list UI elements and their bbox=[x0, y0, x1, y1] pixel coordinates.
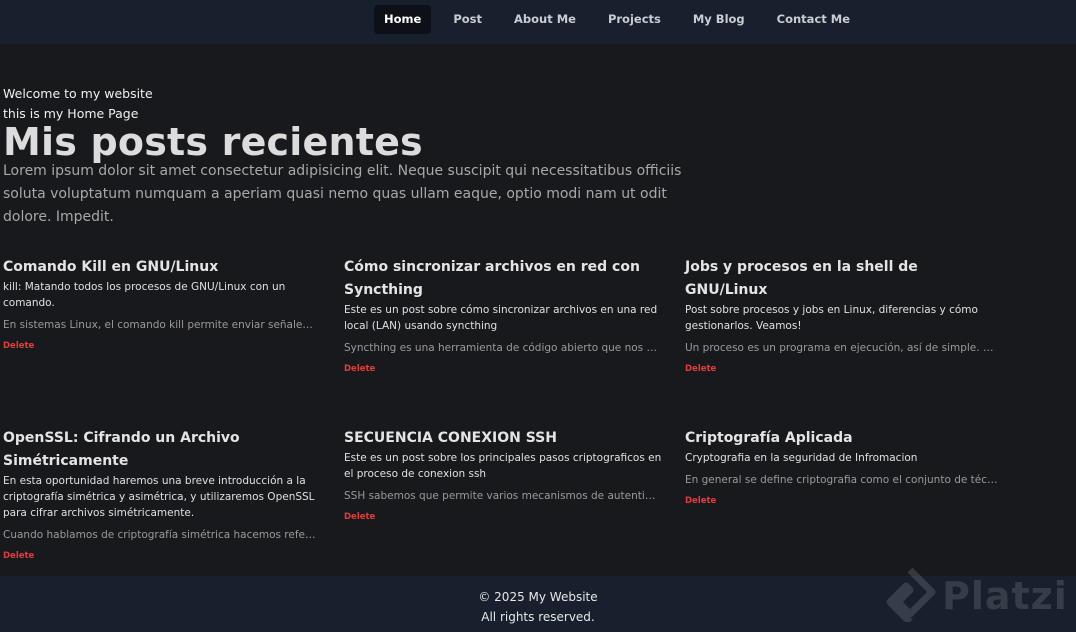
post-excerpt: Un proceso es un programa en ejecución, … bbox=[685, 342, 999, 354]
welcome-text: Welcome to my website bbox=[3, 86, 153, 101]
platzi-watermark: Platzi bbox=[884, 566, 1074, 626]
nav-items: Home Post About Me Projects My Blog Cont… bbox=[374, 5, 872, 34]
post-excerpt: SSH sabemos que permite varios mecanismo… bbox=[344, 490, 658, 502]
watermark-text: Platzi bbox=[942, 574, 1068, 618]
post-title[interactable]: SECUENCIA CONEXION SSH bbox=[344, 427, 662, 450]
post-description: Este es un post sobre cómo sincronizar a… bbox=[344, 304, 658, 332]
nav-home[interactable]: Home bbox=[374, 5, 432, 34]
page-title: Mis posts recientes bbox=[3, 120, 423, 164]
delete-button[interactable]: Delete bbox=[685, 364, 716, 374]
nav-my-blog[interactable]: My Blog bbox=[683, 5, 755, 34]
post-description: Post sobre procesos y jobs en Linux, dif… bbox=[685, 304, 978, 332]
nav-about-me[interactable]: About Me bbox=[504, 5, 586, 34]
post-title[interactable]: Criptografía Aplicada bbox=[685, 427, 1003, 450]
nav-post[interactable]: Post bbox=[443, 5, 492, 34]
intro: Welcome to my website this is my Home Pa… bbox=[3, 84, 153, 124]
post-card: OpenSSL: Cifrando un Archivo Simétricame… bbox=[3, 427, 321, 562]
post-card: Comando Kill en GNU/Linux kill: Matando … bbox=[3, 256, 321, 352]
delete-button[interactable]: Delete bbox=[685, 496, 716, 506]
lead-paragraph: Lorem ipsum dolor sit amet consectetur a… bbox=[3, 163, 682, 225]
nav-projects[interactable]: Projects bbox=[598, 5, 671, 34]
post-title[interactable]: Jobs y procesos en la shell de GNU/Linux bbox=[685, 256, 1003, 302]
platzi-logo-icon bbox=[884, 566, 936, 626]
post-description: kill: Matando todos los procesos de GNU/… bbox=[3, 281, 286, 309]
delete-button[interactable]: Delete bbox=[344, 512, 375, 522]
nav-contact-me[interactable]: Contact Me bbox=[767, 5, 860, 34]
post-description: Este es un post sobre los principales pa… bbox=[344, 452, 662, 480]
post-title[interactable]: Cómo sincronizar archivos en red con Syn… bbox=[344, 256, 662, 302]
delete-button[interactable]: Delete bbox=[3, 551, 34, 561]
post-card: Cómo sincronizar archivos en red con Syn… bbox=[344, 256, 662, 375]
post-excerpt: Syncthing es una herramienta de código a… bbox=[344, 342, 658, 354]
post-description: Cryptografia en la seguridad de Infromac… bbox=[685, 452, 918, 464]
post-description: En esta oportunidad haremos una breve in… bbox=[3, 475, 315, 519]
post-card: Criptografía Aplicada Cryptografia en la… bbox=[685, 427, 1003, 507]
post-excerpt: En sistemas Linux, el comando kill permi… bbox=[3, 319, 317, 331]
post-card: Jobs y procesos en la shell de GNU/Linux… bbox=[685, 256, 1003, 375]
post-title[interactable]: OpenSSL: Cifrando un Archivo Simétricame… bbox=[3, 427, 321, 473]
post-title[interactable]: Comando Kill en GNU/Linux bbox=[3, 256, 321, 279]
post-card: SECUENCIA CONEXION SSH Este es un post s… bbox=[344, 427, 662, 523]
delete-button[interactable]: Delete bbox=[3, 341, 34, 351]
post-excerpt: Cuando hablamos de criptografía simétric… bbox=[3, 529, 317, 541]
post-excerpt: En general se define criptografia como e… bbox=[685, 474, 999, 486]
delete-button[interactable]: Delete bbox=[344, 364, 375, 374]
navbar: Home Post About Me Projects My Blog Cont… bbox=[0, 0, 1076, 44]
